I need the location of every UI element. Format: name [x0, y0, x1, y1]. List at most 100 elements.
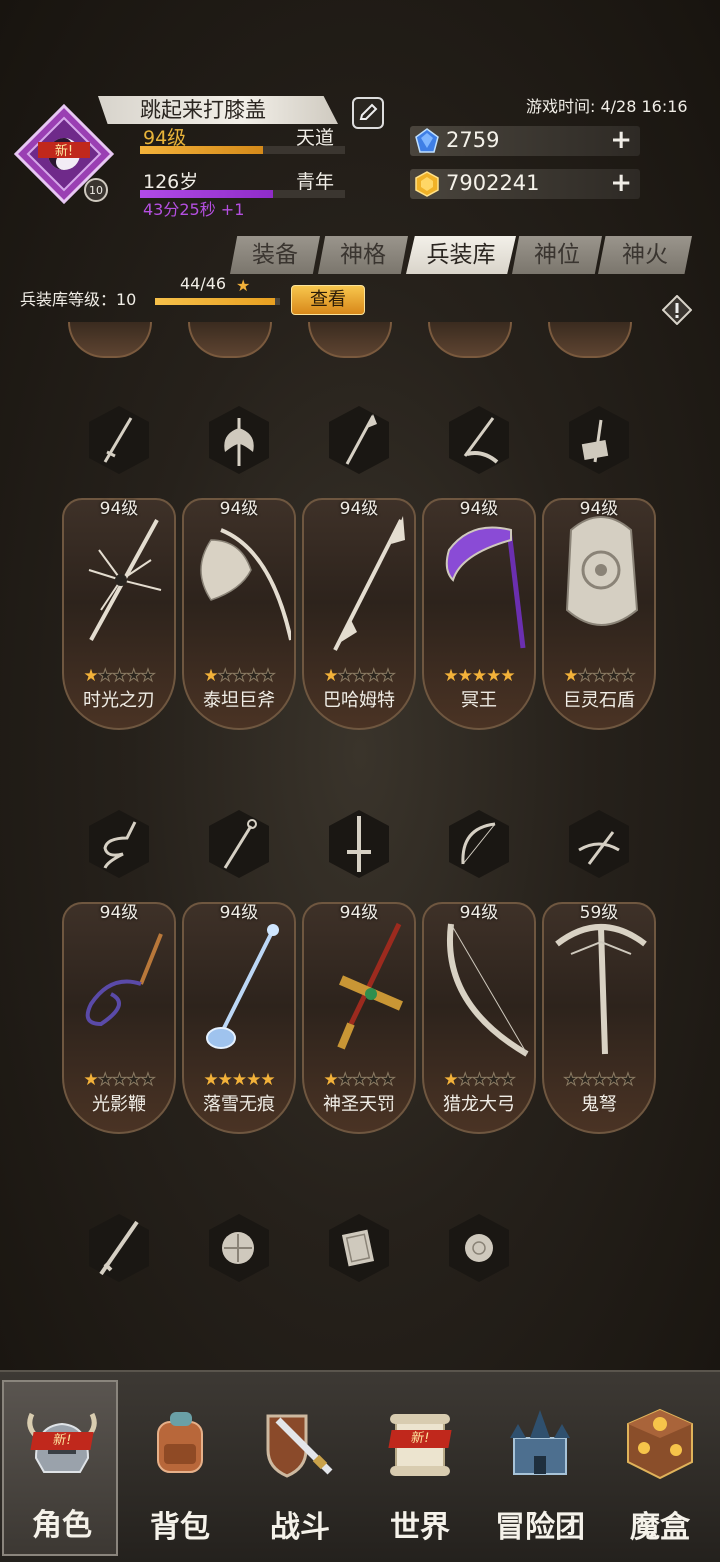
new-badge: 新! — [55, 143, 73, 159]
weapon-name: 神圣天罚 — [323, 1094, 395, 1115]
star-icon: ★ — [126, 666, 142, 687]
weapon-card[interactable]: 59级 ★★★★★ 鬼弩 — [542, 902, 656, 1134]
weapon-card[interactable]: 94级 ★★★★★ 冥王 — [422, 498, 536, 730]
nav-magic-box[interactable]: 魔盒 — [602, 1380, 718, 1556]
weapon-name: 时光之刃 — [83, 690, 155, 711]
nav-battle[interactable]: 战斗 — [242, 1380, 358, 1556]
gold-icon — [415, 171, 439, 197]
view-button[interactable]: 查看 — [291, 285, 365, 315]
avatar-emblem[interactable]: 新! 10 — [14, 104, 114, 204]
progress-star-icon: ★ — [236, 276, 251, 295]
star-icon: ★ — [231, 1070, 247, 1090]
weapon-art — [88, 519, 162, 641]
gold-counter: 7902241 + — [410, 169, 640, 199]
round-shield-slot-icon[interactable] — [207, 1212, 271, 1284]
edit-name-icon[interactable] — [352, 97, 384, 129]
add-gems-button[interactable]: + — [610, 127, 632, 153]
weapon-card[interactable]: 94级 ★★★★★ 巨灵石盾 — [542, 498, 656, 730]
weapon-card[interactable]: 94级 ★★★★★ 猎龙大弓 — [422, 902, 536, 1134]
nav-label: 角色 — [32, 1508, 92, 1543]
weapon-art — [85, 933, 163, 1027]
star-icon: ★ — [351, 666, 367, 687]
weapon-card[interactable]: 94级 ★★★★★ 时光之刃 — [62, 498, 176, 730]
rifle-slot-icon[interactable] — [87, 1212, 151, 1284]
tab-armory[interactable]: 兵装库 — [406, 236, 516, 274]
spear-slot-icon[interactable] — [327, 404, 391, 476]
weapon-art — [206, 924, 279, 1049]
weapon-card[interactable]: 94级 ★★★★★ 泰坦巨斧 — [182, 498, 296, 730]
star-rating: ★★★★★ — [306, 1070, 412, 1091]
weapon-name: 光影鞭 — [92, 1094, 146, 1115]
star-icon: ★ — [500, 1070, 516, 1091]
star-rating: ★★★★★ — [426, 666, 532, 686]
nav-world[interactable]: 新! 世界 — [362, 1380, 478, 1556]
star-icon: ★ — [246, 666, 262, 687]
tome-slot-icon[interactable] — [327, 1212, 391, 1284]
countdown-timer: 43分25秒 +1 — [143, 200, 245, 219]
weapon-art — [555, 924, 647, 1055]
add-gold-button[interactable]: + — [610, 170, 632, 196]
greatsword-slot-icon[interactable] — [327, 808, 391, 880]
star-rating: ★★★★★ — [186, 1070, 292, 1090]
backpack-icon — [157, 1412, 203, 1473]
tab-divinity[interactable]: 神格 — [318, 236, 408, 274]
weapon-art — [333, 516, 405, 651]
sword-slot-icon[interactable] — [87, 404, 151, 476]
star-icon: ★ — [217, 1070, 233, 1090]
weapon-card[interactable]: 94级 ★★★★★ 巴哈姆特 — [302, 498, 416, 730]
star-icon: ★ — [126, 1070, 142, 1091]
tab-divine-fire[interactable]: 神火 — [598, 236, 692, 274]
weapon-name: 鬼弩 — [581, 1094, 617, 1115]
star-icon: ★ — [457, 1070, 473, 1091]
crossbow-slot-icon[interactable] — [567, 808, 631, 880]
hammer-slot-icon[interactable] — [567, 404, 631, 476]
warning-icon[interactable] — [662, 295, 692, 325]
star-icon: ★ — [591, 1070, 607, 1091]
star-icon: ★ — [366, 666, 382, 687]
staff-slot-icon[interactable] — [207, 808, 271, 880]
star-icon: ★ — [486, 666, 501, 686]
orb-slot-icon[interactable] — [447, 1212, 511, 1284]
nav-label: 世界 — [390, 1510, 450, 1545]
new-badge: 新! — [30, 1432, 94, 1450]
star-rating: ★★★★★ — [66, 666, 172, 687]
star-icon: ★ — [606, 666, 622, 687]
star-icon: ★ — [606, 1070, 622, 1091]
weapon-name: 落雪无痕 — [203, 1094, 275, 1115]
star-icon: ★ — [591, 666, 607, 687]
nav-adventure-group[interactable]: 冒险团 — [482, 1380, 598, 1556]
star-icon: ★ — [366, 1070, 382, 1091]
sword-shield-icon — [266, 1414, 333, 1478]
star-rating: ★★★★★ — [306, 666, 412, 687]
weapon-level: 59级 — [579, 903, 619, 923]
star-icon: ★ — [231, 666, 247, 687]
armory-progress-bar — [155, 298, 280, 305]
whip-slot-icon[interactable] — [87, 808, 151, 880]
weapon-card[interactable]: 94级 ★★★★★ 光影鞭 — [62, 902, 176, 1134]
star-icon: ★ — [380, 1070, 396, 1091]
weapon-card[interactable]: 94级 ★★★★★ 神圣天罚 — [302, 902, 416, 1134]
star-icon: ★ — [500, 666, 515, 686]
axe-slot-icon[interactable] — [207, 404, 271, 476]
bow-slot-icon[interactable] — [447, 808, 511, 880]
weapon-level: 94级 — [339, 499, 379, 519]
nav-character[interactable]: 新! 角色 — [2, 1380, 118, 1556]
star-icon: ★ — [323, 666, 338, 686]
tab-divine-seat[interactable]: 神位 — [512, 236, 602, 274]
star-rating: ★★★★★ — [426, 1070, 532, 1091]
weapon-level: 94级 — [99, 903, 139, 923]
tab-equipment[interactable]: 装备 — [230, 236, 320, 274]
armory-level-label: 兵装库等级：10 — [20, 290, 137, 309]
star-icon: ★ — [83, 666, 98, 686]
star-icon: ★ — [83, 1070, 98, 1090]
star-icon: ★ — [140, 1070, 156, 1091]
weapon-art — [200, 528, 291, 641]
star-rating: ★★★★★ — [66, 1070, 172, 1091]
weapon-name: 巨灵石盾 — [563, 690, 635, 711]
nav-backpack[interactable]: 背包 — [122, 1380, 238, 1556]
weapon-name: 泰坦巨斧 — [203, 690, 275, 711]
weapon-card[interactable]: 94级 ★★★★★ 落雪无痕 — [182, 902, 296, 1134]
weapon-art — [337, 922, 403, 1050]
scythe-slot-icon[interactable] — [447, 404, 511, 476]
star-icon: ★ — [351, 1070, 367, 1091]
